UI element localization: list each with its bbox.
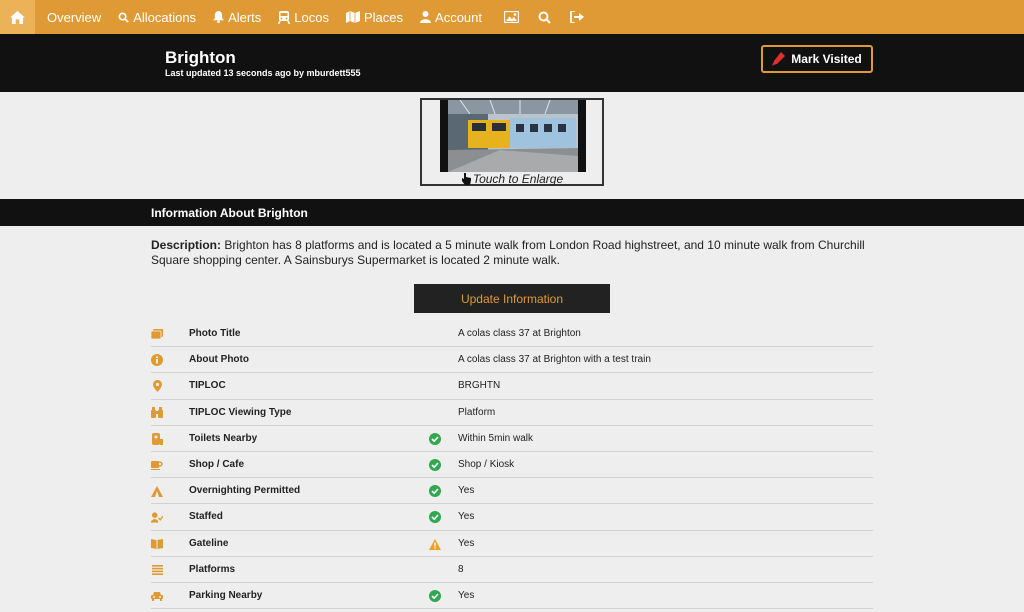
- staff-icon: [151, 511, 163, 523]
- map-marker-icon: [151, 380, 163, 393]
- nav-places-label: Places: [364, 9, 404, 25]
- search-icon: [538, 11, 551, 24]
- nav-allocations[interactable]: Allocations: [112, 0, 202, 34]
- info-row-value: Yes: [458, 589, 475, 601]
- info-row-value: Yes: [458, 511, 475, 523]
- info-row: About Photo A colas class 37 at Brighton …: [151, 347, 873, 374]
- description-text: Brighton has 8 platforms and is located …: [151, 238, 865, 267]
- info-row-label: TIPLOC Viewing Type: [189, 406, 292, 418]
- marker-icon: [772, 52, 786, 66]
- book-icon: [151, 538, 163, 550]
- info-row-value: A colas class 37 at Brighton: [458, 328, 581, 339]
- info-row: Photo Title A colas class 37 at Brighton: [151, 321, 873, 348]
- info-row-label: Photo Title: [189, 328, 241, 339]
- info-row-label: Gateline: [189, 537, 229, 549]
- info-row-value: Yes: [458, 537, 475, 549]
- description-label: Description:: [151, 238, 222, 252]
- train-icon: [278, 10, 291, 24]
- info-row-label: TIPLOC: [189, 380, 226, 392]
- nav-alerts[interactable]: Alerts: [207, 0, 267, 34]
- info-row-label: Parking Nearby: [189, 589, 263, 601]
- info-row-value: Yes: [458, 485, 475, 497]
- nav-search[interactable]: [530, 0, 559, 34]
- binoculars-icon: [151, 407, 163, 419]
- info-row-label: Overnighting Permitted: [189, 485, 301, 497]
- info-row: Platforms 8: [151, 557, 873, 583]
- nav-overview[interactable]: Overview: [41, 0, 107, 34]
- home-button[interactable]: [0, 0, 35, 34]
- info-row-value: Shop / Kiosk: [458, 458, 515, 470]
- check-circle-icon: [429, 510, 441, 524]
- info-row: TIPLOC Viewing Type Platform: [151, 400, 873, 426]
- info-icon: [151, 354, 163, 367]
- description: Description: Brighton has 8 platforms an…: [151, 238, 871, 268]
- info-row-value: 8: [458, 563, 464, 575]
- info-row-value: BRGHTN: [458, 380, 501, 392]
- info-row: Shop / Cafe Shop / Kiosk: [151, 452, 873, 479]
- info-row-label: Platforms: [189, 563, 236, 575]
- mark-visited-button[interactable]: Mark Visited: [761, 45, 873, 73]
- nav-locos-label: Locos: [294, 9, 329, 25]
- nav-locos[interactable]: Locos: [272, 0, 335, 34]
- photo-image: [440, 100, 586, 172]
- info-row-value: A colas class 37 at Brighton with a test…: [458, 354, 651, 366]
- car-icon: [151, 590, 163, 602]
- station-photo[interactable]: Touch to Enlarge: [420, 98, 604, 186]
- nav-allocations-label: Allocations: [133, 9, 197, 25]
- last-updated: Last updated 13 seconds ago by mburdett5…: [165, 68, 361, 78]
- top-nav: Overview Allocations Alerts Locos Places…: [0, 0, 1024, 34]
- info-row: Gateline Yes: [151, 531, 873, 557]
- nav-gallery[interactable]: [496, 0, 527, 34]
- user-icon: [420, 11, 432, 23]
- info-row: Staffed Yes: [151, 504, 873, 531]
- check-circle-icon: [429, 589, 441, 602]
- info-row: TIPLOC BRGHTN: [151, 373, 873, 400]
- info-row-label: Toilets Nearby: [189, 432, 258, 444]
- check-circle-icon: [429, 432, 441, 445]
- nav-places[interactable]: Places: [340, 0, 409, 34]
- bell-icon: [213, 11, 225, 23]
- enlarge-label: Touch to Enlarge: [472, 172, 564, 186]
- nav-account[interactable]: Account: [414, 0, 488, 34]
- info-table: Photo Title A colas class 37 at Brighton A…: [151, 321, 873, 610]
- info-row-value: Platform: [458, 406, 496, 418]
- photo-icon: [151, 328, 163, 340]
- mark-visited-label: Mark Visited: [791, 52, 862, 66]
- nav-logout[interactable]: [562, 0, 592, 34]
- enlarge-caption: Touch to Enlarge: [422, 172, 602, 186]
- check-circle-icon: [429, 484, 441, 498]
- nav-account-label: Account: [435, 9, 483, 25]
- check-circle-icon: [429, 458, 441, 471]
- list-icon: [151, 564, 163, 576]
- nav-alerts-label: Alerts: [228, 9, 262, 25]
- nav-overview-label: Overview: [47, 9, 102, 25]
- info-row-label: Shop / Cafe: [189, 458, 245, 470]
- images-icon: [504, 11, 520, 23]
- info-row: Toilets Nearby Within 5min walk: [151, 426, 873, 452]
- info-row-label: About Photo: [189, 354, 249, 366]
- search-icon: [118, 12, 129, 23]
- page-title: Brighton: [165, 48, 236, 67]
- tent-icon: [151, 485, 163, 497]
- map-icon: [346, 11, 360, 23]
- info-row: Parking Nearby Yes: [151, 583, 873, 610]
- section-title: Information About Brighton: [151, 206, 308, 220]
- sign-out-icon: [570, 11, 585, 23]
- warning-icon: [429, 537, 441, 550]
- station-header: Brighton Last updated 13 seconds ago by …: [0, 34, 1024, 92]
- home-icon: [10, 10, 25, 24]
- info-row-label: Staffed: [189, 511, 223, 523]
- coffee-icon: [151, 459, 163, 471]
- info-row: Overnighting Permitted Yes: [151, 478, 873, 505]
- info-row-value: Within 5min walk: [458, 432, 534, 444]
- info-section-header: Information About Brighton: [0, 199, 1024, 226]
- pointer-icon: [461, 173, 471, 185]
- update-information-button[interactable]: Update Information: [414, 284, 610, 313]
- toilet-paper-icon: [151, 432, 163, 445]
